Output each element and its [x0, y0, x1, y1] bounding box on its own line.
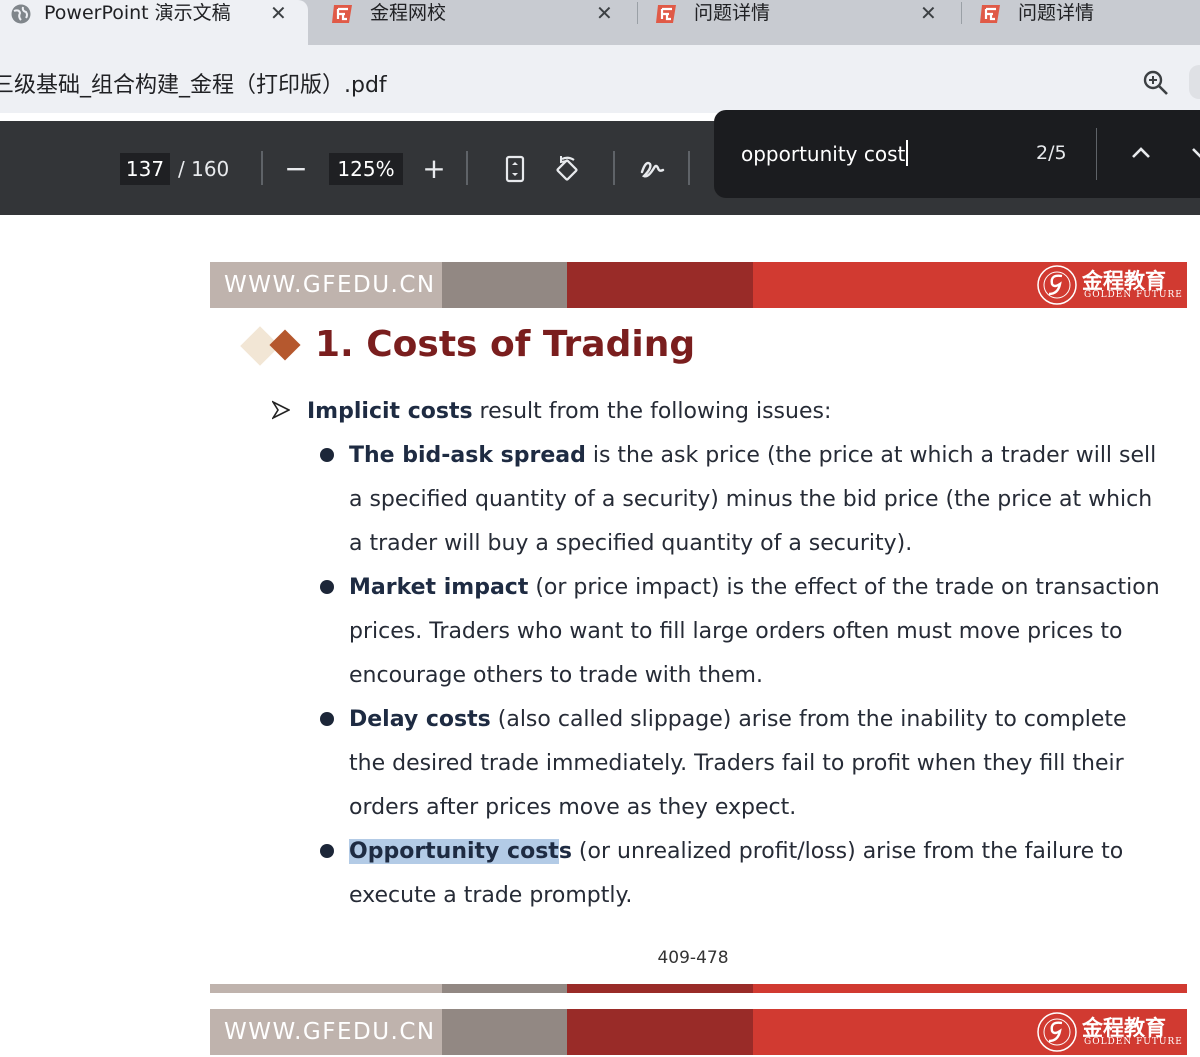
bullet-term-rest: s [558, 839, 572, 864]
find-query: opportunity cost [741, 142, 906, 166]
gf-favicon-icon [980, 5, 1000, 23]
bullet-line: Delay costs (also called slippage) arise… [349, 704, 1127, 736]
page-total: / 160 [178, 157, 230, 181]
banner-url: WWW.GFEDU.CN [224, 272, 436, 298]
rule-segment [567, 984, 753, 993]
bullet-line: the desired trade immediately. Traders f… [349, 751, 1124, 776]
intro-rest: result from the following issues: [472, 399, 832, 424]
rule-segment [753, 984, 1187, 993]
tab-strip: PowerPoint 演示文稿 ✕ 金程网校 ✕ 问题详情 ✕ 问题详情 [0, 0, 1200, 45]
bullet-term: Market impact [349, 575, 529, 600]
tab-jincheng[interactable]: 金程网校 ✕ [308, 0, 635, 45]
profile-button[interactable] [1189, 65, 1200, 99]
gf-favicon-icon [656, 5, 676, 23]
bullet-line: prices. Traders who want to fill large o… [349, 619, 1123, 644]
intro-bold: Implicit costs [307, 399, 473, 424]
bullet-line: execute a trade promptly. [349, 883, 633, 908]
bullet-line: a trader will buy a specified quantity o… [349, 531, 913, 556]
chevron-down-icon[interactable] [1188, 140, 1200, 166]
arrow-bullet-icon [272, 400, 290, 420]
next-slide-header-banner: WWW.GFEDU.CN 金程教育 GOLDEN FUTURE [210, 1009, 1187, 1055]
find-input[interactable]: opportunity cost [741, 140, 909, 166]
globe-icon [11, 4, 31, 24]
bullet-line: encourage others to trade with them. [349, 663, 763, 688]
page-number-input[interactable]: 137 [120, 153, 170, 185]
zoom-out-button[interactable]: − [283, 151, 309, 187]
tab-label: 金程网校 [370, 2, 447, 24]
tab-label: 问题详情 [1018, 2, 1095, 24]
zoom-icon[interactable] [1142, 69, 1170, 97]
find-match-count: 2/5 [1036, 142, 1067, 164]
bullet-line: The bid-ask spread is the ask price (the… [349, 440, 1156, 472]
bullet-dot [320, 844, 334, 858]
bullet-dot [320, 580, 334, 594]
bullet-line: Market impact (or price impact) is the e… [349, 572, 1160, 604]
tab-label: 问题详情 [694, 2, 771, 24]
toolbar-divider [466, 151, 468, 185]
search-highlight: Opportunity cost [349, 839, 559, 864]
bullet-text: (or unrealized profit/loss) arise from t… [571, 839, 1124, 864]
bullet-text: (also called slippage) arise from the in… [490, 707, 1127, 732]
find-bar: opportunity cost 2/5 [714, 110, 1200, 198]
close-tab-icon[interactable]: ✕ [920, 0, 937, 26]
bullet-text: (or price impact) is the effect of the t… [528, 575, 1160, 600]
bullet-dot [320, 448, 334, 462]
bullet-text: is the ask price (the price at which a t… [585, 443, 1157, 468]
banner-segment [442, 1009, 567, 1055]
zoom-in-button[interactable]: + [421, 151, 447, 187]
fit-page-icon[interactable] [500, 154, 530, 184]
text-caret [906, 140, 909, 166]
slide-page-number: 409-478 [657, 948, 729, 968]
banner-url: WWW.GFEDU.CN [224, 1019, 436, 1045]
bullet-dot [320, 712, 334, 726]
find-divider [1096, 128, 1097, 180]
logo-english-text: GOLDEN FUTURE [1084, 290, 1183, 300]
slide-title: 1. Costs of Trading [315, 324, 696, 365]
address-bar[interactable]: 三级基础_组合构建_金程（打印版）.pdf [0, 45, 1200, 113]
close-tab-icon[interactable]: ✕ [596, 0, 613, 26]
toolbar-divider [261, 151, 263, 185]
tab-label: PowerPoint 演示文稿 [44, 2, 231, 24]
slide-footer-rule [210, 984, 1187, 993]
address-text[interactable]: 三级基础_组合构建_金程（打印版）.pdf [0, 67, 387, 99]
bullet-line: a specified quantity of a security) minu… [349, 487, 1153, 512]
intro-text: Implicit costs result from the following… [307, 396, 831, 428]
bullet-line: orders after prices move as they expect. [349, 795, 797, 820]
close-tab-icon[interactable]: ✕ [270, 0, 287, 26]
gf-favicon-icon [332, 5, 352, 23]
tab-question-2[interactable]: 问题详情 [962, 0, 1200, 45]
bullet-term: The bid-ask spread [349, 443, 586, 468]
bullet-line: Opportunity costs (or unrealized profit/… [349, 836, 1123, 868]
slide-header-banner: WWW.GFEDU.CN 金程教育 GOLDEN FUTURE [210, 262, 1187, 308]
banner-segment [442, 262, 567, 308]
tab-powerpoint[interactable]: PowerPoint 演示文稿 ✕ [0, 0, 308, 45]
bullet-term: Delay costs [349, 707, 491, 732]
tab-question-1[interactable]: 问题详情 ✕ [638, 0, 960, 45]
title-diamond-icon [240, 326, 301, 366]
chevron-up-icon[interactable] [1128, 140, 1154, 166]
banner-segment [567, 1009, 753, 1055]
rule-segment [442, 984, 567, 993]
logo-english-text: GOLDEN FUTURE [1084, 1037, 1183, 1047]
annotate-pen-icon[interactable] [638, 154, 668, 184]
zoom-level-input[interactable]: 125% [329, 153, 403, 185]
banner-segment [567, 262, 753, 308]
toolbar-divider [688, 151, 690, 185]
rotate-icon[interactable] [552, 154, 582, 184]
rule-segment [210, 984, 442, 993]
toolbar-divider [613, 151, 615, 185]
